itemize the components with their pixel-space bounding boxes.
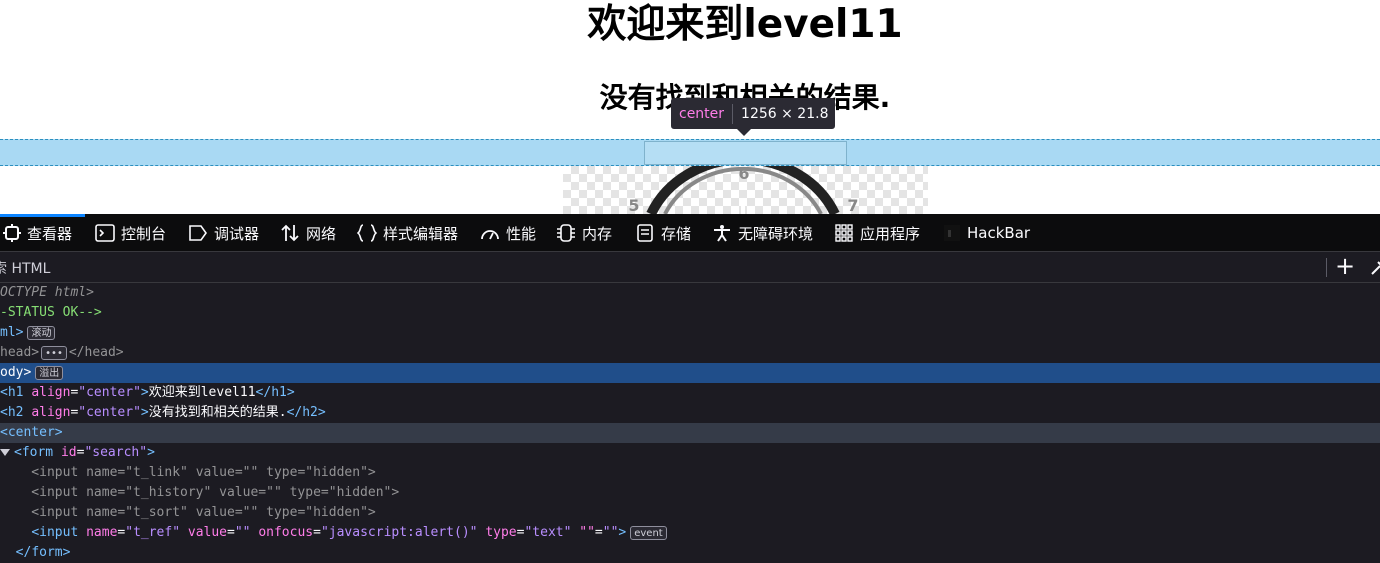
page-viewport: 欢迎来到level11 没有找到和相关的结果. 6 5 7 center 125… [0, 0, 1380, 214]
tab-console[interactable]: 控制台 [95, 214, 166, 252]
event-badge[interactable]: event [630, 525, 667, 540]
tree-node-body[interactable]: ody> 溢出 [0, 363, 1380, 383]
tab-label: 查看器 [27, 224, 73, 243]
tab-performance[interactable]: 性能 [480, 214, 536, 252]
toolbar-separator [1326, 258, 1327, 277]
tab-network[interactable]: 网络 [280, 214, 336, 252]
page-heading-1: 欢迎来到level11 [587, 2, 903, 47]
element-info-tooltip: center 1256 × 21.8 [671, 98, 836, 136]
tab-inspector[interactable]: 查看器 [0, 214, 85, 252]
tab-label: 调试器 [214, 224, 260, 243]
tab-hackbar[interactable]: HackBar [943, 214, 1030, 252]
tab-label: 存储 [661, 224, 692, 243]
tab-memory[interactable]: 内存 [556, 214, 612, 252]
tab-label: 样式编辑器 [383, 224, 459, 243]
tooltip-dimensions: 1256 × 21.8 [741, 105, 829, 122]
search-html-placeholder: 索 HTML [0, 261, 51, 277]
markup-tree: OCTYPE html> -STATUS OK--> ml> 滚动 head> ••… [0, 283, 1380, 563]
tree-node-form-close[interactable]: </form> [0, 543, 1380, 563]
tab-accessibility[interactable]: 无障碍环境 [712, 214, 813, 252]
memory-icon [557, 224, 575, 242]
tab-label: 性能 [506, 224, 537, 243]
tree-node-center[interactable]: <center> [0, 423, 1380, 443]
tree-node-input-hidden[interactable]: <input name="t_history" value="" type="h… [0, 483, 1380, 503]
tab-style-editor[interactable]: 样式编辑器 [357, 214, 458, 252]
hackbar-icon [944, 225, 960, 241]
eyedropper-button[interactable] [1366, 256, 1380, 278]
performance-icon [481, 230, 499, 240]
t-ref-input[interactable] [644, 141, 847, 165]
clock-digit: 5 [628, 196, 639, 214]
style-editor-icon [357, 224, 377, 242]
tree-node-form[interactable]: <form id="search"> [0, 443, 1380, 463]
tab-label: 网络 [306, 224, 337, 243]
tab-label: 内存 [582, 224, 613, 243]
debugger-icon [189, 225, 207, 241]
expand-arrow-icon[interactable] [0, 449, 10, 456]
html-search-bar[interactable]: 索 HTML + [0, 252, 1380, 283]
devtools-panel: 查看器 控制台 调试器 网络 样式编辑器 性能 内存 存储 无障碍环境 应用程序… [0, 214, 1380, 563]
clock-digit: 7 [847, 196, 858, 214]
tree-node-input-t-ref[interactable]: <input name="t_ref" value="" onfocus="ja… [0, 523, 1380, 543]
tab-debugger[interactable]: 调试器 [188, 214, 259, 252]
tree-node-html[interactable]: ml> 滚动 [0, 323, 1380, 343]
collapsed-content-badge[interactable]: ••• [41, 345, 67, 360]
overflow-badge[interactable]: 溢出 [35, 365, 64, 380]
application-icon [835, 224, 853, 242]
accessibility-icon [714, 225, 730, 242]
inspector-icon [3, 224, 21, 242]
tree-node-doctype[interactable]: OCTYPE html> [0, 283, 1380, 303]
console-icon [95, 224, 115, 242]
tab-storage[interactable]: 存储 [635, 214, 691, 252]
add-node-button[interactable]: + [1334, 254, 1356, 279]
tree-node-input-hidden[interactable]: <input name="t_sort" value="" type="hidd… [0, 503, 1380, 523]
tree-node-head[interactable]: head> ••• </head> [0, 343, 1380, 363]
clock-image: 6 5 7 [628, 166, 859, 214]
tree-node-comment[interactable]: -STATUS OK--> [0, 303, 1380, 323]
tab-application[interactable]: 应用程序 [834, 214, 920, 252]
storage-icon [637, 224, 653, 242]
tooltip-tag-name: center [671, 103, 734, 124]
tab-label: 无障碍环境 [738, 224, 814, 243]
clock-digit: 6 [738, 166, 749, 183]
devtools-toolbar: 查看器 控制台 调试器 网络 样式编辑器 性能 内存 存储 无障碍环境 应用程序… [0, 214, 1380, 252]
tab-label: HackBar [967, 224, 1031, 242]
network-icon [281, 224, 299, 242]
tree-node-h2[interactable]: <h2 align="center">没有找到和相关的结果.</h2> [0, 403, 1380, 423]
scroll-badge[interactable]: 滚动 [27, 325, 56, 340]
tooltip-arrow [737, 129, 751, 136]
tree-node-h1[interactable]: <h1 align="center">欢迎来到level11</h1> [0, 383, 1380, 403]
tree-node-input-hidden[interactable]: <input name="t_link" value="" type="hidd… [0, 463, 1380, 483]
tab-label: 应用程序 [860, 224, 921, 243]
tab-label: 控制台 [121, 224, 167, 243]
eyedropper-icon [1371, 261, 1380, 275]
